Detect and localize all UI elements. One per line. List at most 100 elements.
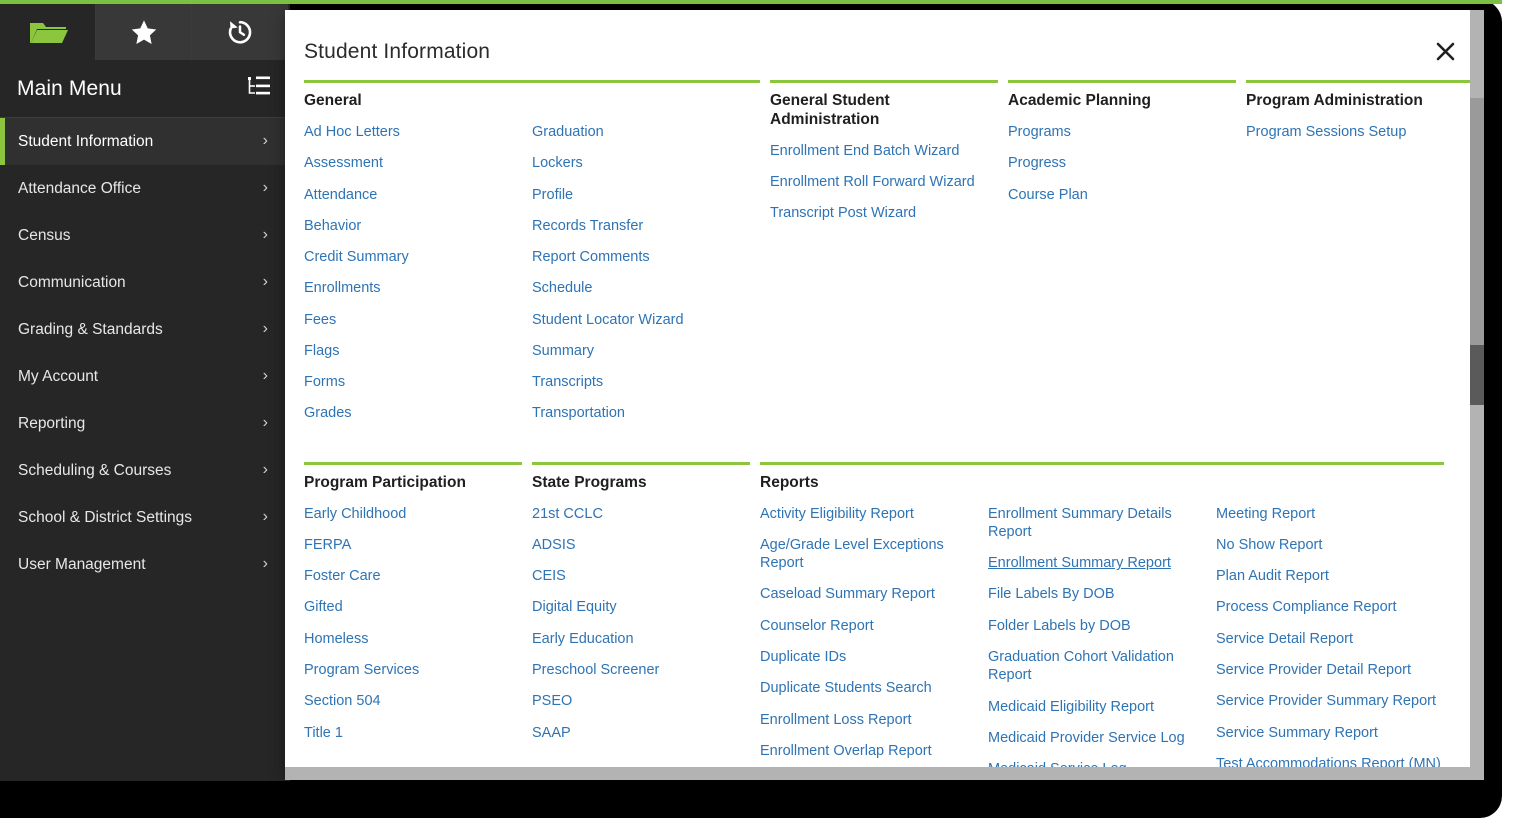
menu-link-graduation-cohort-validation-report[interactable]: Graduation Cohort Validation Report <box>988 648 1216 685</box>
menu-link-service-detail-report[interactable]: Service Detail Report <box>1216 630 1444 648</box>
menu-link-homeless[interactable]: Homeless <box>304 630 522 648</box>
menu-link-ferpa[interactable]: FERPA <box>304 536 522 554</box>
menu-link-enrollment-roll-forward-wizard[interactable]: Enrollment Roll Forward Wizard <box>770 173 998 191</box>
sidebar-item-label: Attendance Office <box>18 179 141 197</box>
menu-link-enrollments[interactable]: Enrollments <box>304 279 532 297</box>
group-title: General <box>304 92 362 109</box>
sidebar-item-label: Grading & Standards <box>18 320 163 338</box>
menu-link-duplicate-students-search[interactable]: Duplicate Students Search <box>760 679 988 697</box>
history-tab[interactable] <box>192 4 288 60</box>
menu-link-activity-eligibility-report[interactable]: Activity Eligibility Report <box>760 505 988 523</box>
menu-link-ad-hoc-letters[interactable]: Ad Hoc Letters <box>304 123 532 141</box>
menu-link-file-labels-by-dob[interactable]: File Labels By DOB <box>988 585 1216 603</box>
menu-link-service-provider-summary-report[interactable]: Service Provider Summary Report <box>1216 692 1444 710</box>
vertical-scrollbar[interactable] <box>1470 10 1484 767</box>
sidebar-item-reporting[interactable]: Reporting › <box>0 400 290 447</box>
menu-link-behavior[interactable]: Behavior <box>304 217 532 235</box>
group-title: Academic Planning <box>1008 92 1151 109</box>
menu-link-program-services[interactable]: Program Services <box>304 661 522 679</box>
menu-link-21st-cclc[interactable]: 21st CCLC <box>532 505 750 523</box>
sidebar-item-user-management[interactable]: User Management › <box>0 541 290 588</box>
menu-link-program-sessions-setup[interactable]: Program Sessions Setup <box>1246 123 1474 141</box>
menu-link-saap[interactable]: SAAP <box>532 724 750 742</box>
menu-link-gifted[interactable]: Gifted <box>304 598 522 616</box>
menu-link-pseo[interactable]: PSEO <box>532 692 750 710</box>
menu-link-transcripts[interactable]: Transcripts <box>532 373 760 391</box>
menu-link-adsis[interactable]: ADSIS <box>532 536 750 554</box>
menu-link-records-transfer[interactable]: Records Transfer <box>532 217 760 235</box>
sidebar-item-my-account[interactable]: My Account › <box>0 353 290 400</box>
menu-link-early-childhood[interactable]: Early Childhood <box>304 505 522 523</box>
menu-link-forms[interactable]: Forms <box>304 373 532 391</box>
menu-link-enrollment-summary-report[interactable]: Enrollment Summary Report <box>988 554 1216 572</box>
folder-tab[interactable] <box>0 4 96 60</box>
favorites-tab[interactable] <box>96 4 192 60</box>
menu-link-process-compliance-report[interactable]: Process Compliance Report <box>1216 598 1444 616</box>
group-row-secondary: Program Participation Early Childhood FE… <box>304 461 1470 780</box>
sidebar-item-grading-standards[interactable]: Grading & Standards › <box>0 306 290 353</box>
sidebar-item-communication[interactable]: Communication › <box>0 259 290 306</box>
menu-link-age-grade-level-exceptions-report[interactable]: Age/Grade Level Exceptions Report <box>760 536 988 573</box>
menu-link-programs[interactable]: Programs <box>1008 123 1236 141</box>
menu-link-service-summary-report[interactable]: Service Summary Report <box>1216 724 1444 742</box>
menu-link-counselor-report[interactable]: Counselor Report <box>760 617 988 635</box>
page-title: Student Information <box>304 40 491 63</box>
history-icon <box>225 17 255 47</box>
menu-link-caseload-summary-report[interactable]: Caseload Summary Report <box>760 585 988 603</box>
vertical-scrollbar-thumb-active[interactable] <box>1470 345 1484 405</box>
menu-link-transportation[interactable]: Transportation <box>532 404 760 422</box>
sidebar-item-scheduling-courses[interactable]: Scheduling & Courses › <box>0 447 290 494</box>
menu-link-attendance[interactable]: Attendance <box>304 186 532 204</box>
menu-link-summary[interactable]: Summary <box>532 342 760 360</box>
sidebar-item-census[interactable]: Census › <box>0 212 290 259</box>
menu-link-report-comments[interactable]: Report Comments <box>532 248 760 266</box>
menu-link-enrollment-overlap-report[interactable]: Enrollment Overlap Report <box>760 742 988 760</box>
menu-link-schedule[interactable]: Schedule <box>532 279 760 297</box>
link-column: Enrollment End Batch Wizard Enrollment R… <box>770 142 998 236</box>
horizontal-scrollbar[interactable] <box>285 767 1484 780</box>
menu-link-preschool-screener[interactable]: Preschool Screener <box>532 661 750 679</box>
menu-link-folder-labels-by-dob[interactable]: Folder Labels by DOB <box>988 617 1216 635</box>
menu-link-service-provider-detail-report[interactable]: Service Provider Detail Report <box>1216 661 1444 679</box>
menu-link-progress[interactable]: Progress <box>1008 154 1236 172</box>
menu-link-digital-equity[interactable]: Digital Equity <box>532 598 750 616</box>
link-column: Ad Hoc Letters Assessment Attendance Beh… <box>304 123 532 436</box>
group-row-primary: General Ad Hoc Letters Assessment Attend… <box>304 80 1474 436</box>
sidebar-item-school-district-settings[interactable]: School & District Settings › <box>0 494 290 541</box>
menu-link-profile[interactable]: Profile <box>532 186 760 204</box>
menu-link-credit-summary[interactable]: Credit Summary <box>304 248 532 266</box>
menu-link-meeting-report[interactable]: Meeting Report <box>1216 505 1444 523</box>
menu-link-early-education[interactable]: Early Education <box>532 630 750 648</box>
menu-link-grades[interactable]: Grades <box>304 404 532 422</box>
group-program-administration: Program Administration Program Sessions … <box>1246 80 1474 154</box>
menu-link-course-plan[interactable]: Course Plan <box>1008 186 1236 204</box>
menu-link-enrollment-end-batch-wizard[interactable]: Enrollment End Batch Wizard <box>770 142 998 160</box>
main-menu-header: Main Menu <box>0 60 290 118</box>
link-column: Enrollment Summary Details Report Enroll… <box>988 505 1216 780</box>
tree-list-icon[interactable] <box>246 75 272 102</box>
menu-link-enrollment-loss-report[interactable]: Enrollment Loss Report <box>760 711 988 729</box>
menu-link-transcript-post-wizard[interactable]: Transcript Post Wizard <box>770 204 998 222</box>
sidebar-item-label: Student Information <box>18 132 154 150</box>
sidebar-item-attendance-office[interactable]: Attendance Office › <box>0 165 290 212</box>
menu-link-no-show-report[interactable]: No Show Report <box>1216 536 1444 554</box>
menu-link-assessment[interactable]: Assessment <box>304 154 532 172</box>
menu-link-flags[interactable]: Flags <box>304 342 532 360</box>
menu-link-medicaid-provider-service-log[interactable]: Medicaid Provider Service Log <box>988 729 1216 747</box>
menu-link-title-1[interactable]: Title 1 <box>304 724 522 742</box>
vertical-scrollbar-thumb[interactable] <box>1470 98 1484 345</box>
menu-link-enrollment-summary-details-report[interactable]: Enrollment Summary Details Report <box>988 505 1216 542</box>
group-title: General Student Administration <box>770 92 890 128</box>
menu-link-plan-audit-report[interactable]: Plan Audit Report <box>1216 567 1444 585</box>
menu-link-ceis[interactable]: CEIS <box>532 567 750 585</box>
menu-link-foster-care[interactable]: Foster Care <box>304 567 522 585</box>
close-icon[interactable] <box>1432 38 1458 64</box>
menu-link-fees[interactable]: Fees <box>304 311 532 329</box>
menu-link-student-locator-wizard[interactable]: Student Locator Wizard <box>532 311 760 329</box>
menu-link-duplicate-ids[interactable]: Duplicate IDs <box>760 648 988 666</box>
menu-link-section-504[interactable]: Section 504 <box>304 692 522 710</box>
menu-link-medicaid-eligibility-report[interactable]: Medicaid Eligibility Report <box>988 698 1216 716</box>
menu-link-graduation[interactable]: Graduation <box>532 123 760 141</box>
sidebar-item-student-information[interactable]: Student Information › <box>0 118 290 165</box>
menu-link-lockers[interactable]: Lockers <box>532 154 760 172</box>
